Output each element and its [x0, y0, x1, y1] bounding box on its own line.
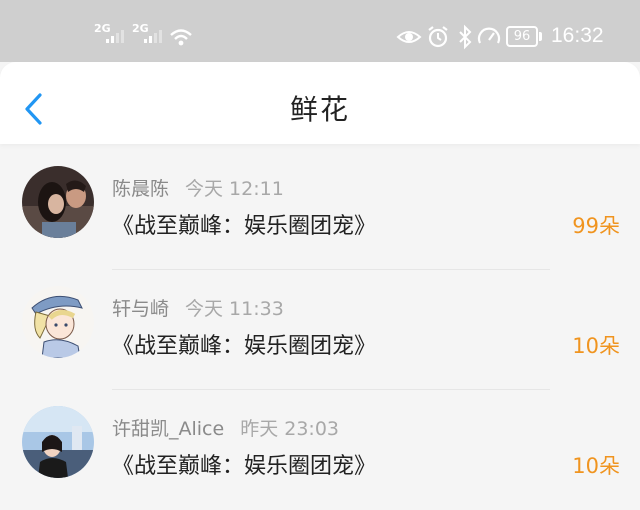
page-title: 鲜花	[289, 93, 350, 126]
nav-header: 鲜花	[0, 62, 640, 144]
flower-count: 10朵	[572, 454, 620, 478]
sender-name[interactable]: 陈晨陈	[112, 174, 169, 201]
avatar[interactable]	[22, 286, 94, 358]
book-title[interactable]: 《战至巅峰：娱乐圈团宠》	[112, 208, 376, 240]
alarm-icon	[428, 26, 448, 48]
book-title[interactable]: 《战至巅峰：娱乐圈团宠》	[112, 328, 376, 360]
eye-icon	[396, 31, 422, 43]
timestamp: 今天 12:11	[185, 178, 284, 200]
book-title[interactable]: 《战至巅峰：娱乐圈团宠》	[112, 448, 376, 480]
speed-icon	[477, 27, 501, 44]
avatar[interactable]	[22, 406, 94, 478]
flower-count: 10朵	[572, 334, 620, 358]
list-item[interactable]: 许甜凯_Alice 昨天 23:03 《战至巅峰：娱乐圈团宠》 10朵	[0, 390, 640, 510]
battery-tip	[539, 32, 542, 41]
flower-count: 99朵	[572, 214, 620, 238]
timestamp: 今天 11:33	[185, 298, 284, 320]
list-item[interactable]: 陈晨陈 今天 12:11 《战至巅峰：娱乐圈团宠》 99朵	[0, 150, 640, 270]
timestamp: 昨天 23:03	[240, 418, 339, 440]
list-item[interactable]: 轩与崎 今天 11:33 《战至巅峰：娱乐圈团宠》 10朵	[0, 270, 640, 390]
flower-list: 陈晨陈 今天 12:11 《战至巅峰：娱乐圈团宠》 99朵 轩与崎 今天 11:…	[0, 150, 640, 510]
bluetooth-icon	[459, 24, 472, 50]
avatar[interactable]	[22, 166, 94, 238]
status-time: 16:32	[551, 24, 604, 47]
signal-strength-icon	[144, 30, 162, 43]
battery-icon: 96	[506, 26, 538, 47]
sender-name[interactable]: 许甜凯_Alice	[112, 414, 224, 441]
wifi-icon	[170, 29, 192, 46]
sender-name[interactable]: 轩与崎	[112, 294, 169, 321]
status-bar: 2G 2G 96 16:32	[0, 0, 640, 62]
signal-strength-icon	[106, 30, 124, 43]
